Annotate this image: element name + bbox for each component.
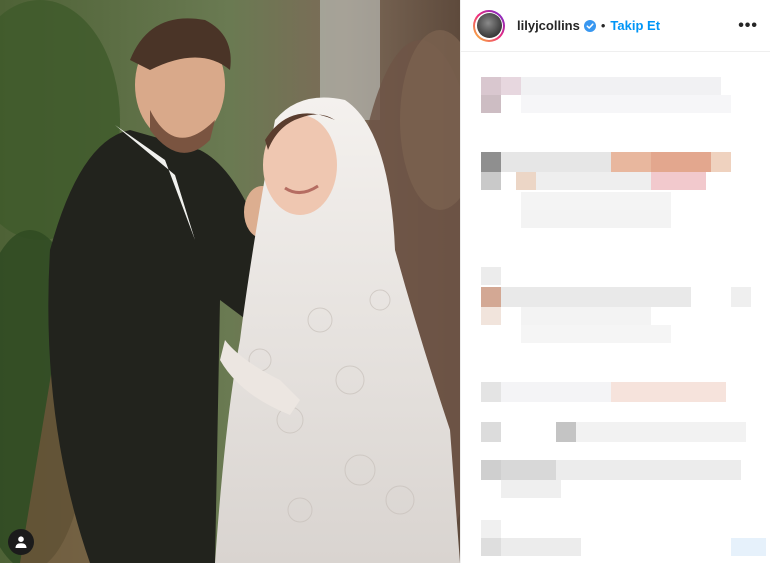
follow-button[interactable]: Takip Et [610, 18, 660, 33]
user-tag-icon [15, 536, 27, 548]
avatar-ring [475, 11, 503, 40]
user-tag-button[interactable] [8, 529, 34, 555]
avatar-image [476, 13, 502, 38]
more-options-icon[interactable]: ••• [738, 17, 758, 35]
username-link[interactable]: lilyjcollins [517, 18, 580, 33]
verified-badge-icon [583, 19, 596, 32]
post-photo[interactable] [0, 0, 460, 563]
avatar[interactable] [473, 9, 505, 42]
post-side-panel: lilyjcollins • Takip Et ••• [460, 0, 770, 563]
pixelated-comments-area [461, 52, 770, 563]
wedding-photo-image [0, 0, 460, 563]
separator-dot: • [600, 18, 606, 33]
post-header: lilyjcollins • Takip Et ••• [461, 0, 770, 52]
